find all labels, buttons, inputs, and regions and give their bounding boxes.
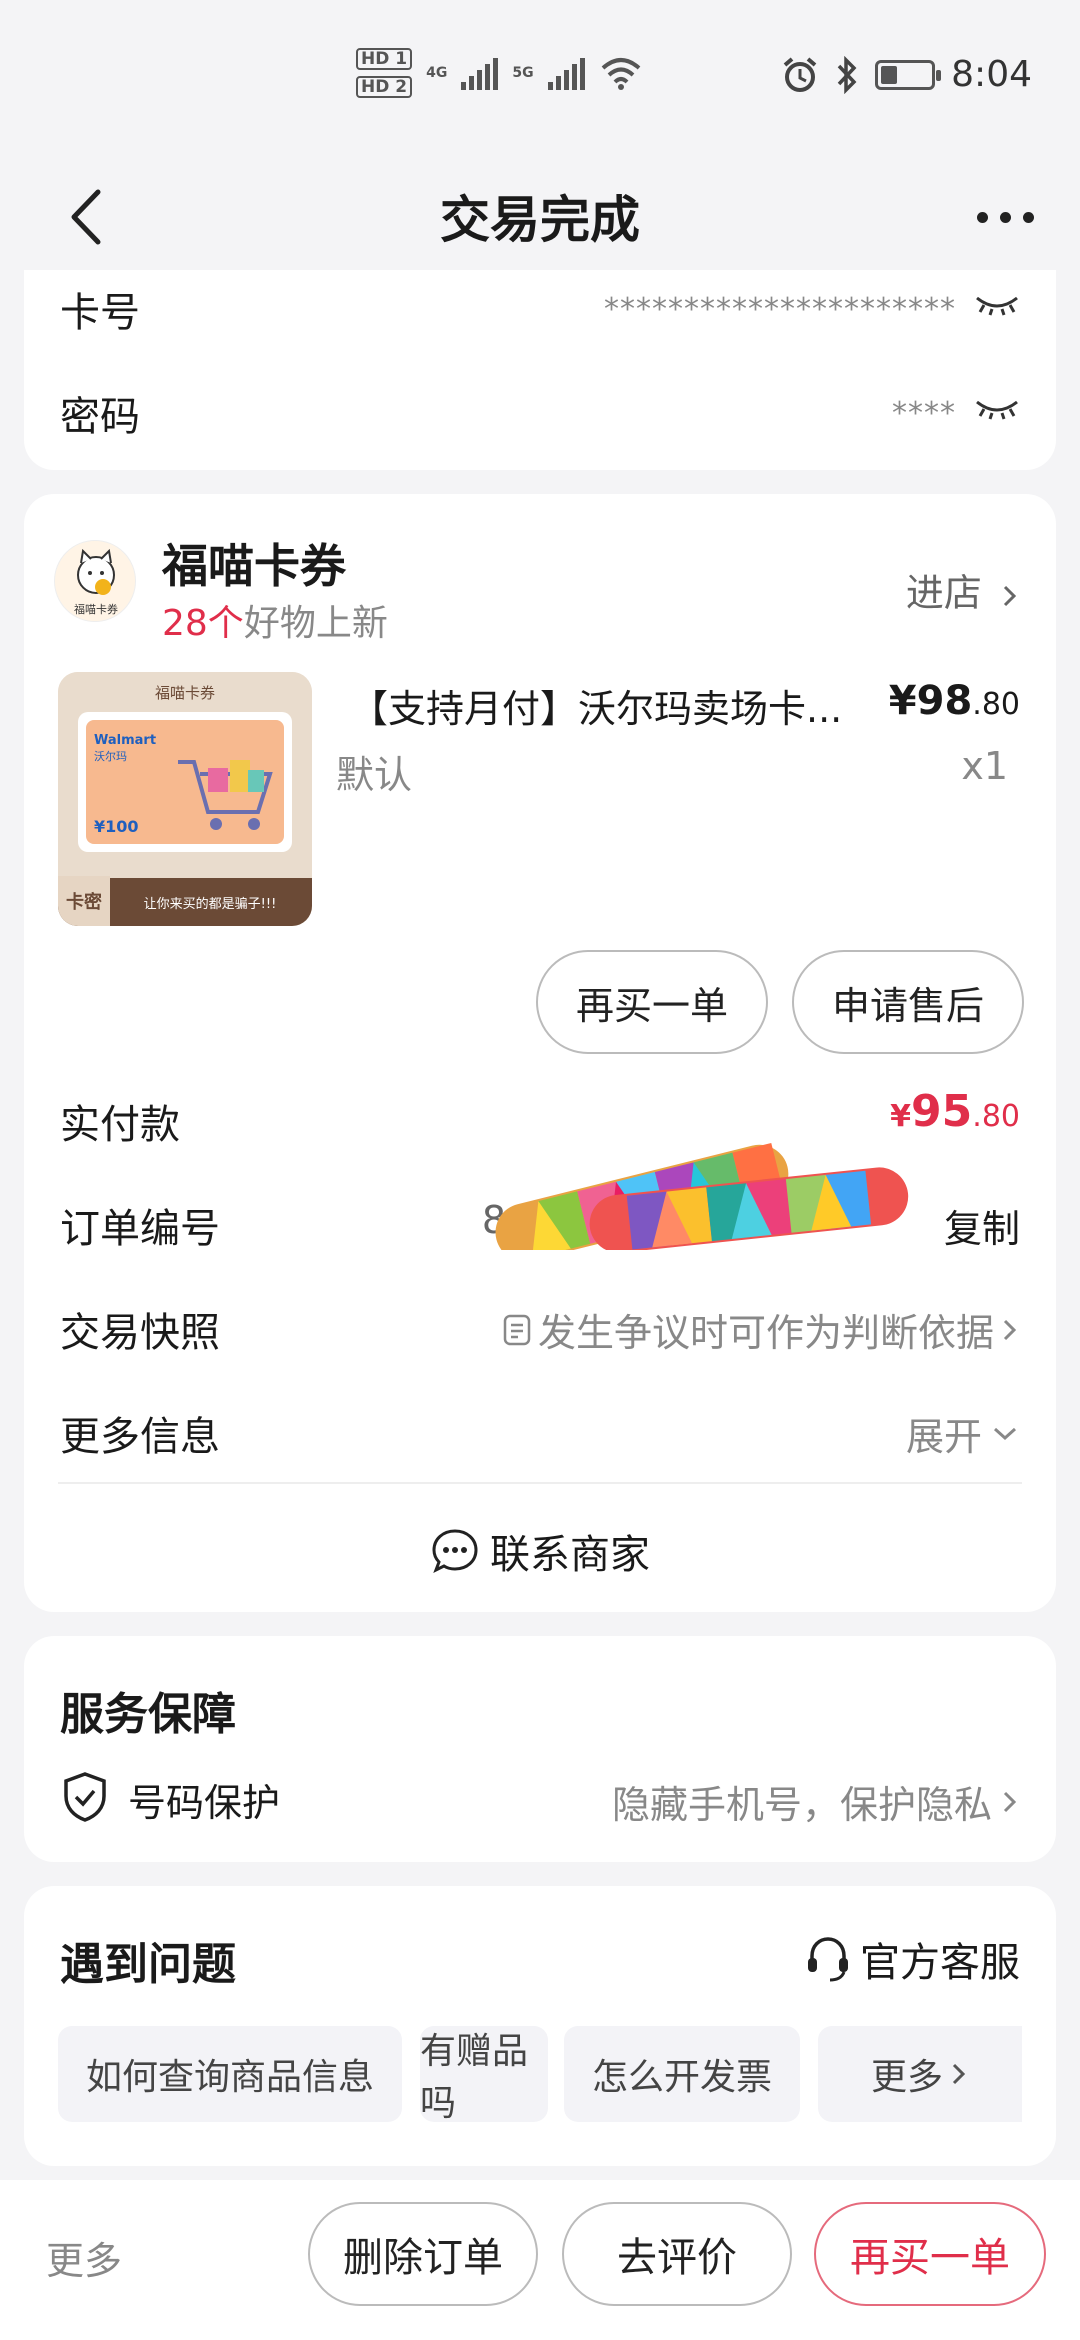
document-icon	[503, 1314, 531, 1345]
thumb-banner: 让你来买的都是骗子!!!	[144, 896, 277, 912]
order-card: 福喵卡券 福喵卡券 28个好物上新 进店 福喵卡券 Walmart 沃尔玛 ¥1…	[24, 494, 1056, 1612]
headset-icon	[808, 1937, 848, 1982]
faq-chip-label: 有赠品吗	[420, 2031, 529, 2124]
chat-bubble-icon	[432, 1529, 478, 1574]
password-value: ****	[892, 396, 956, 431]
thumb-tag: 卡密	[66, 891, 102, 913]
shield-check-icon	[64, 1772, 106, 1822]
new-count: 28个	[162, 603, 244, 644]
battery-icon	[875, 59, 942, 90]
rebuy-button[interactable]: 再买一单	[536, 950, 768, 1054]
divider	[58, 1482, 1022, 1484]
rebuy-bottom-button[interactable]: 再买一单	[814, 2202, 1046, 2306]
product-spec: 默认	[336, 753, 413, 797]
network-type-1: 4G	[426, 65, 448, 81]
eye-closed-icon[interactable]	[974, 292, 1020, 316]
bottom-action-bar: 更多 删除订单 去评价 再买一单	[0, 2180, 1080, 2340]
card-number-label: 卡号	[60, 290, 140, 336]
shop-logo[interactable]: 福喵卡券	[54, 540, 136, 622]
thumb-header: 福喵卡券	[155, 684, 215, 702]
faq-chip[interactable]: 如何查询商品信息	[58, 2026, 402, 2122]
more-options-icon[interactable]	[977, 212, 1034, 223]
shop-name[interactable]: 福喵卡券	[162, 530, 346, 596]
service-title: 服务保障	[60, 1689, 236, 1740]
price-main: ¥98	[888, 678, 973, 724]
after-sale-button[interactable]: 申请售后	[792, 950, 1024, 1054]
order-number-label: 订单编号	[60, 1206, 220, 1252]
thumb-brand: Walmart	[94, 733, 156, 748]
network-type-2: 5G	[512, 65, 534, 81]
nav-header: 交易完成	[0, 150, 1080, 285]
snapshot-link[interactable]: 发生争议时可作为判断依据	[502, 1302, 1020, 1357]
product-name[interactable]: 【支持月付】沃尔玛卖场卡...	[350, 678, 890, 733]
chevron-down-icon	[993, 1427, 1017, 1440]
problems-card: 遇到问题 官方客服 如何查询商品信息 有赠品吗 怎么开发票 更多	[24, 1886, 1056, 2166]
product-price: ¥98.80	[889, 678, 1020, 724]
expand-button[interactable]: 展开	[906, 1406, 1020, 1461]
enter-shop-label: 进店	[905, 571, 982, 615]
cat-logo-icon: 福喵卡券	[74, 548, 118, 616]
password-label: 密码	[60, 394, 140, 440]
thumb-amount: ¥100	[94, 817, 139, 836]
shop-new-items: 28个好物上新	[162, 594, 388, 646]
status-right: 8:04	[781, 54, 1032, 95]
hd-indicators: HD 1 HD 2	[356, 48, 413, 98]
contact-merchant-button[interactable]: 联系商家	[24, 1522, 1056, 1580]
page-title: 交易完成	[440, 191, 640, 249]
service-item-label: 号码保护	[128, 1781, 281, 1825]
contact-label: 联系商家	[490, 1532, 650, 1578]
wifi-icon	[601, 58, 640, 90]
clock: 8:04	[951, 54, 1032, 95]
signal-2-icon	[547, 56, 585, 90]
product-qty: x1	[961, 744, 1008, 788]
chevron-right-icon	[1003, 1791, 1017, 1812]
alarm-icon	[783, 56, 817, 92]
delete-order-button[interactable]: 删除订单	[308, 2202, 538, 2306]
paid-label: 实付款	[60, 1102, 180, 1148]
chevron-right-icon	[952, 2063, 966, 2085]
official-service-label: 官方客服	[860, 1940, 1020, 1986]
status-left: HD 1 HD 2 4G 5G	[356, 48, 643, 98]
product-image: 福喵卡券 Walmart 沃尔玛 ¥100 卡密 让你来买的都是骗子!!!	[58, 672, 312, 926]
service-card: 服务保障 号码保护 隐藏手机号，保护隐私	[24, 1636, 1056, 1862]
snapshot-value: 发生争议时可作为判断依据	[537, 1311, 994, 1355]
shop-logo-text: 福喵卡券	[74, 602, 118, 616]
signal-1-icon	[461, 56, 499, 90]
faq-chip[interactable]: 有赠品吗	[420, 2026, 548, 2124]
more-info-label: 更多信息	[60, 1414, 220, 1460]
chevron-right-icon	[1003, 1319, 1017, 1340]
hd1-badge: HD 1	[356, 48, 413, 70]
thumb-brand-cn: 沃尔玛	[94, 750, 127, 763]
price-decimal: .80	[972, 687, 1020, 722]
enter-shop-button[interactable]: 进店	[906, 562, 1020, 617]
faq-more-chip[interactable]: 更多	[818, 2026, 1022, 2122]
chevron-right-icon	[1003, 585, 1017, 606]
service-item-value: 隐藏手机号，保护隐私	[611, 1783, 992, 1827]
card-number-value: **********************	[604, 292, 956, 327]
bluetooth-icon	[837, 55, 857, 94]
faq-more-label: 更多	[870, 2057, 943, 2098]
status-bar: HD 1 HD 2 4G 5G 8:04	[0, 0, 1080, 150]
credentials-card: 卡号 ********************** 密码 ****	[24, 270, 1056, 470]
product-thumbnail[interactable]: 福喵卡券 Walmart 沃尔玛 ¥100 卡密 让你来买的都是骗子!!!	[58, 672, 312, 926]
faq-chip[interactable]: 怎么开发票	[564, 2026, 800, 2122]
eye-closed-icon[interactable]	[974, 396, 1020, 420]
redaction-mosaic	[495, 1143, 909, 1250]
official-service-button[interactable]: 官方客服	[804, 1930, 1020, 1988]
more-button[interactable]: 更多	[46, 2230, 122, 2285]
problems-title: 遇到问题	[60, 1939, 236, 1990]
service-item-link[interactable]: 隐藏手机号，保护隐私	[612, 1774, 1020, 1829]
review-button[interactable]: 去评价	[562, 2202, 792, 2306]
hd2-badge: HD 2	[356, 76, 413, 98]
expand-label: 展开	[905, 1415, 982, 1459]
new-suffix: 好物上新	[243, 603, 388, 644]
snapshot-label: 交易快照	[60, 1310, 220, 1356]
